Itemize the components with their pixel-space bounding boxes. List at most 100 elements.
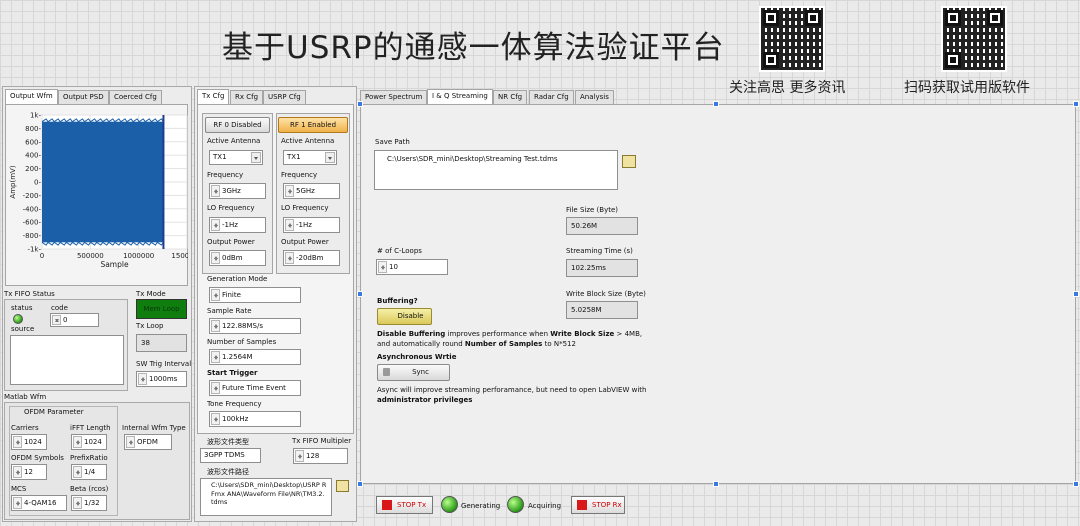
y-tick-label: -400- (23, 205, 42, 213)
async-note-line2: administrator privileges (377, 396, 473, 404)
beta-field[interactable]: 1/32 (71, 495, 107, 511)
save-path-field[interactable]: C:\Users\SDR_mini\Desktop\Streaming Test… (374, 150, 618, 190)
tab-output-wfm[interactable]: Output Wfm (5, 89, 58, 104)
carriers-label: Carriers (11, 424, 39, 432)
streaming-time-label: Streaming Time (s) (566, 247, 633, 255)
lock-icon (383, 368, 390, 376)
rf0-power-field[interactable]: 0dBm (209, 250, 266, 266)
c-loops-label: # of C-Loops (377, 247, 422, 255)
waveform-chart[interactable]: 1k- 800- 600- 400- 200- 0- -200- -400- -600- -800… (6, 106, 188, 284)
rf0-enable-button[interactable]: RF 0 Disabled (205, 117, 270, 133)
y-axis-label: Amp(mV) (9, 165, 17, 198)
tx-loop-label: Tx Loop (136, 322, 164, 330)
wave-path-label: 波形文件路径 (207, 468, 249, 476)
start-trigger-label: Start Trigger (207, 369, 258, 377)
qr-code-icon (941, 6, 1007, 72)
prefix-field[interactable]: 1/4 (71, 464, 107, 480)
wave-type-select[interactable]: 3GPP TDMS (200, 448, 261, 463)
sample-rate-field[interactable]: 122.88MS/s (209, 318, 301, 334)
tab-power-spectrum[interactable]: Power Spectrum (360, 90, 428, 104)
generating-label: Generating (461, 502, 501, 510)
carriers-field[interactable]: 1024 (11, 434, 47, 450)
y-tick-label: 600- (25, 138, 41, 146)
acquiring-label: Acquiring (528, 502, 562, 510)
tx-loop-indicator: 38 (136, 334, 187, 352)
y-tick-label: 400- (25, 152, 41, 160)
async-note-line1: Async will improve streaming perforamanc… (377, 386, 647, 394)
y-tick-label: 0- (34, 179, 41, 187)
tx-fifo-mult-label: Tx FIFO Multipler (292, 437, 352, 445)
source-field (10, 335, 124, 385)
wave-type-label: 波形文件类型 (207, 438, 249, 446)
tx-fifo-mult-field[interactable]: 128 (293, 448, 348, 464)
sw-trig-field[interactable]: 1000ms (136, 371, 187, 387)
rf0-freq-field[interactable]: 3GHz (209, 183, 266, 199)
tx-fifo-title: Tx FIFO Status (4, 290, 55, 298)
ifft-field[interactable]: 1024 (71, 434, 107, 450)
mcs-field[interactable]: 4-QAM16 (11, 495, 67, 511)
symbols-field[interactable]: 12 (11, 464, 47, 480)
tab-iq-streaming[interactable]: I & Q Streaming (427, 89, 493, 104)
write-block-label: Write Block Size (Byte) (566, 290, 646, 298)
rf0-lo-label: LO Frequency (207, 204, 255, 212)
series-envelope (42, 121, 164, 243)
folder-icon[interactable] (622, 155, 636, 168)
generating-led (441, 496, 458, 513)
disable-buffering-button[interactable]: Disable (377, 308, 432, 325)
rf1-antenna-label: Active Antenna (281, 137, 335, 145)
chevron-down-icon (251, 152, 261, 163)
write-block-indicator: 5.0258M (566, 301, 638, 319)
internal-wfm-field[interactable]: OFDM (124, 434, 172, 450)
file-size-label: File Size (Byte) (566, 206, 618, 214)
ofdm-title: OFDM Parameter (24, 408, 84, 416)
start-trigger-field[interactable]: Future Time Event (209, 380, 301, 396)
tx-mode-indicator: Mem Loop (136, 299, 187, 319)
streaming-time-indicator: 102.25ms (566, 259, 638, 277)
tab-usrp-cfg[interactable]: USRP Cfg (263, 90, 306, 104)
num-samples-field[interactable]: 1.2564M (209, 349, 301, 365)
tab-radar-cfg[interactable]: Radar Cfg (529, 90, 574, 104)
rf1-freq-field[interactable]: 5GHz (283, 183, 340, 199)
y-tick-label: -200- (23, 192, 42, 200)
rf1-power-field[interactable]: -20dBm (283, 250, 340, 266)
qr-code-icon (759, 6, 825, 72)
sample-rate-label: Sample Rate (207, 307, 252, 315)
async-write-label: Asynchronous Wrtie (377, 353, 457, 361)
tone-freq-field[interactable]: 100kHz (209, 411, 301, 427)
rf0-antenna-label: Active Antenna (207, 137, 261, 145)
folder-icon[interactable] (336, 480, 349, 492)
tab-output-psd[interactable]: Output PSD (58, 90, 109, 104)
x-tick-label: 0 (40, 252, 44, 260)
tab-coerced-cfg[interactable]: Coerced Cfg (109, 90, 162, 104)
rf1-antenna-select[interactable]: TX1 (283, 150, 337, 165)
y-tick-label: -800- (23, 232, 42, 240)
rf0-lo-field[interactable]: -1Hz (209, 217, 266, 233)
ifft-label: iFFT Length (70, 424, 111, 432)
rf0-antenna-select[interactable]: TX1 (209, 150, 263, 165)
chevron-down-icon (325, 152, 335, 163)
stop-rx-button[interactable]: STOP Rx (571, 496, 625, 514)
y-tick-label: 800- (25, 125, 41, 133)
qr-right-caption: 扫码获取试用版软件 (904, 80, 1030, 96)
rf0-freq-label: Frequency (207, 171, 244, 179)
tab-nr-cfg[interactable]: NR Cfg (493, 90, 528, 104)
y-tick-label: -600- (23, 219, 42, 227)
source-label: source (11, 325, 35, 333)
tab-analysis[interactable]: Analysis (575, 90, 614, 104)
x-tick-label: 1500000 (171, 252, 188, 260)
wave-path-field[interactable]: C:\Users\SDR_mini\Desktop\USRP RFmx ANA\… (200, 478, 332, 516)
tab-rx-cfg[interactable]: Rx Cfg (230, 90, 264, 104)
stop-tx-button[interactable]: STOP Tx (376, 496, 433, 514)
gen-mode-field[interactable]: Finite (209, 287, 301, 303)
tab-tx-cfg[interactable]: Tx Cfg (197, 89, 230, 104)
tone-freq-label: Tone Frequency (207, 400, 262, 408)
c-loops-field[interactable]: 10 (376, 259, 448, 275)
rf1-lo-field[interactable]: -1Hz (283, 217, 340, 233)
x-tick-label: 1000000 (123, 252, 154, 260)
num-samples-label: Number of Samples (207, 338, 277, 346)
gen-mode-label: Generation Mode (207, 275, 268, 283)
buffering-note-line1: Disable Buffering improves performance w… (377, 330, 643, 338)
code-field: 0 (50, 313, 99, 327)
rf1-enable-button[interactable]: RF 1 Enabled (278, 117, 348, 133)
sw-trig-label: SW Trig Interval (136, 360, 192, 368)
